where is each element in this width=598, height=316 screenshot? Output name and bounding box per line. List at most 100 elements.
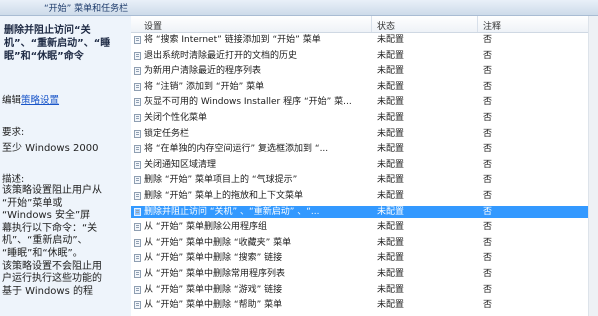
setting-state: 未配置 — [377, 97, 405, 108]
policy-setting-icon — [134, 285, 141, 294]
setting-name: 锁定任务栏 — [144, 128, 190, 139]
setting-name: 将 “在单独的内存空间运行” 复选框添加到 “... — [144, 144, 329, 155]
setting-name: 删除 “开始” 菜单上的拖放和上下文菜单 — [144, 191, 304, 201]
table-row[interactable]: 将 “在单独的内存空间运行” 复选框添加到 “... 未配置 否 — [131, 143, 598, 155]
setting-note: 否 — [483, 66, 493, 77]
column-header-setting[interactable]: 设置 — [144, 19, 162, 32]
table-row[interactable]: 将 “搜索 Internet” 链接添加到 “开始” 菜单 未配置 否 — [131, 34, 598, 46]
setting-state: 未配置 — [377, 128, 405, 139]
setting-state: 未配置 — [377, 159, 405, 170]
requirements-label: 要求: — [2, 127, 25, 138]
table-row[interactable]: 从 “开始” 菜单中删除 “搜索” 链接 未配置 否 — [131, 252, 598, 264]
table-row[interactable]: 删除 “开始” 菜单项目上的 “气球提示” 未配置 否 — [131, 174, 598, 186]
policy-setting-icon — [134, 176, 141, 185]
column-header-state[interactable]: 状态 — [377, 19, 395, 32]
setting-name: 灰显不可用的 Windows Installer 程序 “开始” 菜... — [144, 97, 352, 108]
setting-note: 否 — [483, 191, 493, 201]
setting-name: 从 “开始” 菜单中删除 “收藏夹” 菜单 — [144, 237, 292, 248]
window-title: “开始” 菜单和任务栏 — [44, 4, 129, 14]
setting-name: 删除 “开始” 菜单项目上的 “气球提示” — [144, 175, 298, 186]
table-row[interactable]: 从 “开始” 菜单中删除 “收藏夹” 菜单 未配置 否 — [131, 237, 598, 249]
setting-note: 否 — [483, 175, 493, 186]
setting-note: 否 — [483, 35, 493, 45]
policy-setting-icon — [134, 238, 141, 247]
setting-state: 未配置 — [377, 81, 405, 92]
table-row[interactable]: 删除 “开始” 菜单上的拖放和上下文菜单 未配置 否 — [131, 190, 598, 202]
setting-note: 否 — [483, 81, 493, 92]
column-divider[interactable] — [371, 16, 372, 32]
policy-setting-icon — [134, 114, 141, 122]
setting-name: 将 “注销” 添加到 “开始” 菜单 — [144, 81, 265, 92]
setting-note: 否 — [483, 253, 493, 264]
setting-state: 未配置 — [377, 35, 405, 45]
setting-state: 未配置 — [377, 66, 405, 77]
setting-name: 关闭个性化菜单 — [144, 113, 208, 123]
setting-note: 否 — [483, 159, 493, 170]
policy-title: 删除并阻止访问“关机”、“重新启动”、“睡眠”和“休眠”命令 — [4, 25, 111, 62]
setting-name: 从 “开始” 菜单中删除 “搜索” 链接 — [144, 253, 283, 264]
table-row[interactable]: 关闭通知区域清理 未配置 否 — [131, 159, 598, 171]
requirements-value: 至少 Windows 2000 — [2, 143, 99, 154]
column-divider[interactable] — [477, 16, 478, 32]
policy-setting-icon — [134, 160, 141, 169]
policy-setting-icon — [134, 36, 141, 44]
setting-note: 否 — [483, 284, 493, 295]
policy-setting-icon — [134, 270, 141, 278]
setting-state: 未配置 — [377, 191, 405, 201]
policy-setting-icon — [134, 82, 141, 91]
setting-name: 为新用户清除最近的程序列表 — [144, 66, 262, 77]
policy-setting-icon — [134, 301, 141, 310]
table-row[interactable]: 退出系统时清除最近打开的文档的历史 未配置 否 — [131, 50, 598, 62]
setting-note: 否 — [483, 222, 493, 233]
setting-name: 从 “开始” 菜单中删除 “游戏” 链接 — [144, 284, 283, 295]
setting-name: 关闭通知区域清理 — [144, 159, 217, 170]
table-row[interactable]: 将 “注销” 添加到 “开始” 菜单 未配置 否 — [131, 81, 598, 93]
setting-note: 否 — [483, 269, 493, 279]
description-pane: 删除并阻止访问“关机”、“重新启动”、“睡眠”和“休眠”命令 编辑策略设置 要求… — [0, 16, 132, 316]
policy-setting-icon — [134, 98, 141, 107]
setting-note: 否 — [483, 113, 493, 123]
policy-setting-icon — [134, 254, 141, 263]
table-row[interactable]: 从 “开始” 菜单中删除 “帮助” 菜单 未配置 否 — [131, 299, 598, 311]
edit-prefix: 编辑 — [2, 95, 22, 106]
setting-name: 将 “搜索 Internet” 链接添加到 “开始” 菜单 — [144, 35, 321, 45]
table-row[interactable]: 从 “开始” 菜单中删除 “游戏” 链接 未配置 否 — [131, 284, 598, 296]
setting-note: 否 — [483, 144, 493, 155]
policy-setting-icon — [134, 129, 141, 138]
policy-setting-icon — [134, 207, 141, 216]
policy-setting-icon — [134, 145, 141, 154]
setting-note: 否 — [483, 206, 493, 217]
policy-setting-icon — [134, 51, 141, 60]
setting-state: 未配置 — [377, 50, 405, 61]
column-header-note[interactable]: 注释 — [483, 19, 501, 32]
setting-name: 退出系统时清除最近打开的文档的历史 — [144, 50, 298, 61]
setting-note: 否 — [483, 50, 493, 61]
table-row-selected[interactable]: 删除并阻止访问 “关机” 、“重新启动” 、“... 未配置 否 — [131, 205, 598, 218]
edit-policy-link[interactable]: 策略设置 — [21, 95, 59, 106]
table-row[interactable]: 从 “开始” 菜单删除公用程序组 未配置 否 — [131, 221, 598, 233]
setting-name: 从 “开始” 菜单中删除常用程序列表 — [144, 269, 286, 279]
setting-name: 删除并阻止访问 “关机” 、“重新启动” 、“... — [144, 206, 320, 217]
setting-name: 从 “开始” 菜单中删除 “帮助” 菜单 — [144, 300, 283, 311]
setting-state: 未配置 — [377, 300, 405, 311]
vertical-scrollbar[interactable] — [588, 16, 598, 316]
table-row[interactable]: 从 “开始” 菜单中删除常用程序列表 未配置 否 — [131, 268, 598, 280]
setting-state: 未配置 — [377, 222, 405, 233]
setting-state: 未配置 — [377, 253, 405, 264]
setting-note: 否 — [483, 128, 493, 139]
window-titlebar: “开始” 菜单和任务栏 — [0, 0, 598, 16]
table-row[interactable]: 关闭个性化菜单 未配置 否 — [131, 112, 598, 124]
setting-note: 否 — [483, 97, 493, 108]
policy-table: 设置 状态 注释 将 “搜索 Internet” 链接添加到 “开始” 菜单未配… — [131, 16, 598, 316]
setting-note: 否 — [483, 300, 493, 311]
setting-state: 未配置 — [377, 237, 405, 248]
table-row[interactable]: 锁定任务栏 未配置 否 — [131, 128, 598, 140]
table-row[interactable]: 为新用户清除最近的程序列表 未配置 否 — [131, 65, 598, 77]
setting-state: 未配置 — [377, 144, 405, 155]
table-header: 设置 状态 注释 — [131, 16, 598, 33]
setting-state: 未配置 — [377, 269, 405, 279]
setting-state: 未配置 — [377, 206, 405, 217]
edit-policy-line: 编辑策略设置 — [2, 92, 59, 106]
setting-state: 未配置 — [377, 284, 405, 295]
table-row[interactable]: 灰显不可用的 Windows Installer 程序 “开始” 菜... 未配置… — [131, 96, 598, 108]
